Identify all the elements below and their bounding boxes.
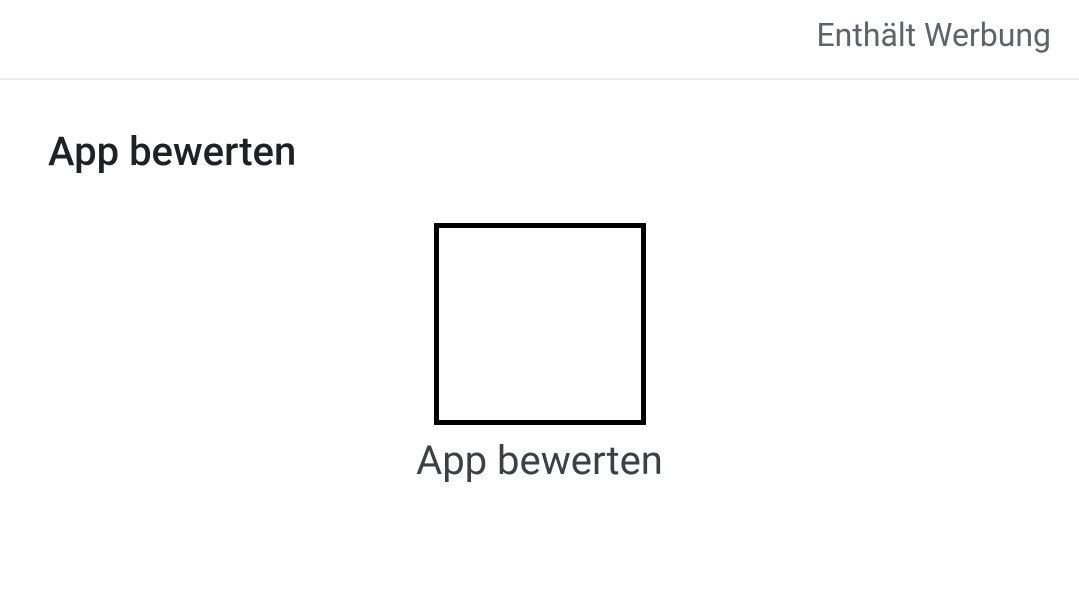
rate-app-caption: App bewerten bbox=[416, 437, 663, 484]
rate-app-section: App bewerten App bewerten bbox=[0, 80, 1079, 484]
contains-ads-label: Enthält Werbung bbox=[816, 16, 1051, 54]
rate-app-area[interactable]: App bewerten bbox=[48, 223, 1031, 484]
app-icon-placeholder bbox=[434, 223, 646, 425]
rate-app-title: App bewerten bbox=[48, 128, 1031, 175]
top-bar: Enthält Werbung bbox=[0, 0, 1079, 80]
